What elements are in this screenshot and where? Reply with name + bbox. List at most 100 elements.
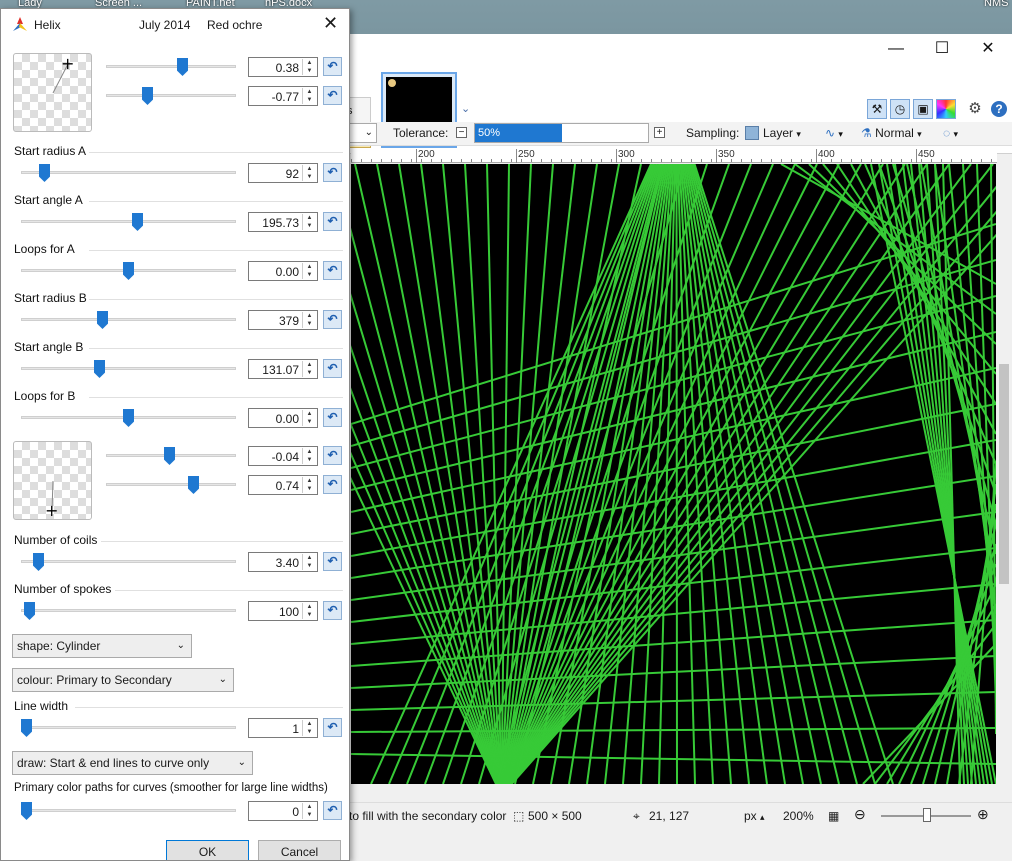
- spin-arrows-icon[interactable]: ▲ ▼: [302, 603, 316, 619]
- pad-a-y-input[interactable]: -0.77 ▲ ▼: [248, 86, 318, 106]
- draw-dropdown[interactable]: draw: Start & end lines to curve only ⌄: [12, 751, 253, 775]
- spin-arrows-icon[interactable]: ▲ ▼: [302, 554, 316, 570]
- coils-input[interactable]: 3.40 ▲ ▼: [248, 552, 318, 572]
- spin-arrows-icon[interactable]: ▲ ▼: [302, 165, 316, 181]
- slider-knob[interactable]: [164, 447, 175, 465]
- slider-knob[interactable]: [39, 164, 50, 182]
- offset-pad-a[interactable]: +: [13, 53, 92, 132]
- tool-dropdown[interactable]: ⌄: [347, 123, 377, 143]
- zoom-out-icon[interactable]: ⊖: [854, 806, 866, 823]
- pad-a-y-slider[interactable]: [106, 87, 236, 105]
- reset-icon[interactable]: ↶: [323, 86, 342, 105]
- slider-knob[interactable]: [21, 719, 32, 737]
- offset-pad-b[interactable]: +: [13, 441, 92, 520]
- cancel-button[interactable]: Cancel: [258, 840, 341, 860]
- spokes-input[interactable]: 100 ▲ ▼: [248, 601, 318, 621]
- loops-a-slider[interactable]: [21, 262, 236, 280]
- spokes-slider[interactable]: [21, 602, 236, 620]
- reset-icon[interactable]: ↶: [323, 163, 342, 182]
- scrollbar-thumb[interactable]: [999, 364, 1009, 584]
- reset-icon[interactable]: ↶: [323, 212, 342, 231]
- blend-mode-dropdown[interactable]: ⚗ Normal ▾: [861, 126, 922, 140]
- reset-icon[interactable]: ↶: [323, 601, 342, 620]
- loops-b-input[interactable]: 0.00 ▲ ▼: [248, 408, 318, 428]
- start-radius-a-slider[interactable]: [21, 164, 236, 182]
- slider-knob[interactable]: [132, 213, 143, 231]
- pad-b-x-input[interactable]: -0.04 ▲ ▼: [248, 446, 318, 466]
- spin-arrows-icon[interactable]: ▲ ▼: [302, 803, 316, 819]
- paths-slider[interactable]: [21, 802, 236, 820]
- reset-icon[interactable]: ↶: [323, 718, 342, 737]
- slider-knob[interactable]: [177, 58, 188, 76]
- spin-arrows-icon[interactable]: ▲ ▼: [302, 720, 316, 736]
- history-window-icon[interactable]: ◷: [890, 99, 910, 119]
- tools-window-icon[interactable]: ⚒: [867, 99, 887, 119]
- tolerance-increase-button[interactable]: +: [654, 127, 665, 138]
- reset-icon[interactable]: ↶: [323, 552, 342, 571]
- maximize-icon[interactable]: ☐: [927, 38, 957, 60]
- reset-icon[interactable]: ↶: [323, 475, 342, 494]
- slider-knob[interactable]: [97, 311, 108, 329]
- spin-arrows-icon[interactable]: ▲ ▼: [302, 448, 316, 464]
- pad-b-y-input[interactable]: 0.74 ▲ ▼: [248, 475, 318, 495]
- units-dropdown[interactable]: px ▴: [744, 809, 765, 823]
- close-icon[interactable]: ✕: [323, 13, 338, 34]
- reset-icon[interactable]: ↶: [323, 446, 342, 465]
- reset-icon[interactable]: ↶: [323, 801, 342, 820]
- slider-knob[interactable]: [94, 360, 105, 378]
- minimize-icon[interactable]: —: [881, 38, 911, 60]
- selection-mode-icon[interactable]: ◌ ▾: [943, 126, 958, 140]
- spin-arrows-icon[interactable]: ▲ ▼: [302, 88, 316, 104]
- slider-knob[interactable]: [21, 802, 32, 820]
- help-icon[interactable]: ?: [991, 101, 1007, 117]
- start-angle-b-input[interactable]: 131.07 ▲ ▼: [248, 359, 318, 379]
- reset-icon[interactable]: ↶: [323, 57, 342, 76]
- start-radius-b-input[interactable]: 379 ▲ ▼: [248, 310, 318, 330]
- colors-window-icon[interactable]: [936, 99, 956, 119]
- start-angle-a-input[interactable]: 195.73 ▲ ▼: [248, 212, 318, 232]
- zoom-slider-thumb[interactable]: [923, 808, 931, 822]
- paths-input[interactable]: 0 ▲ ▼: [248, 801, 318, 821]
- loops-b-slider[interactable]: [21, 409, 236, 427]
- zoom-in-icon[interactable]: ⊕: [977, 806, 989, 823]
- colour-dropdown[interactable]: colour: Primary to Secondary ⌄: [12, 668, 234, 692]
- layers-window-icon[interactable]: ▣: [913, 99, 933, 119]
- shape-dropdown[interactable]: shape: Cylinder ⌄: [12, 634, 192, 658]
- pad-a-x-input[interactable]: 0.38 ▲ ▼: [248, 57, 318, 77]
- pad-b-x-slider[interactable]: [106, 447, 236, 465]
- spin-arrows-icon[interactable]: ▲ ▼: [302, 410, 316, 426]
- spin-arrows-icon[interactable]: ▲ ▼: [302, 263, 316, 279]
- line-width-slider[interactable]: [21, 719, 236, 737]
- image-canvas[interactable]: [351, 164, 996, 784]
- slider-knob[interactable]: [123, 262, 134, 280]
- slider-knob[interactable]: [33, 553, 44, 571]
- slider-knob[interactable]: [142, 87, 153, 105]
- slider-knob[interactable]: [24, 602, 35, 620]
- line-width-input[interactable]: 1 ▲ ▼: [248, 718, 318, 738]
- start-angle-b-slider[interactable]: [21, 360, 236, 378]
- pad-b-y-slider[interactable]: [106, 476, 236, 494]
- start-angle-a-slider[interactable]: [21, 213, 236, 231]
- start-radius-a-input[interactable]: 92 ▲ ▼: [248, 163, 318, 183]
- spin-arrows-icon[interactable]: ▲ ▼: [302, 477, 316, 493]
- pad-a-x-slider[interactable]: [106, 58, 236, 76]
- sampling-dropdown[interactable]: Layer ▾: [745, 126, 801, 140]
- horizontal-scrollbar[interactable]: [351, 784, 996, 798]
- close-icon[interactable]: ✕: [973, 38, 1003, 60]
- ok-button[interactable]: OK: [166, 840, 249, 860]
- tolerance-slider[interactable]: 50%: [474, 123, 649, 143]
- spin-arrows-icon[interactable]: ▲ ▼: [302, 312, 316, 328]
- zoom-value[interactable]: 200%: [783, 809, 814, 823]
- loops-a-input[interactable]: 0.00 ▲ ▼: [248, 261, 318, 281]
- reset-icon[interactable]: ↶: [323, 408, 342, 427]
- chevron-down-icon[interactable]: ⌄: [461, 102, 470, 115]
- spin-arrows-icon[interactable]: ▲ ▼: [302, 214, 316, 230]
- spin-arrows-icon[interactable]: ▲ ▼: [302, 59, 316, 75]
- vertical-scrollbar[interactable]: [997, 164, 1011, 784]
- start-radius-b-slider[interactable]: [21, 311, 236, 329]
- tolerance-decrease-button[interactable]: −: [456, 127, 467, 138]
- slider-knob[interactable]: [188, 476, 199, 494]
- slider-knob[interactable]: [123, 409, 134, 427]
- spin-arrows-icon[interactable]: ▲ ▼: [302, 361, 316, 377]
- antialias-icon[interactable]: ∿ ▾: [825, 126, 843, 140]
